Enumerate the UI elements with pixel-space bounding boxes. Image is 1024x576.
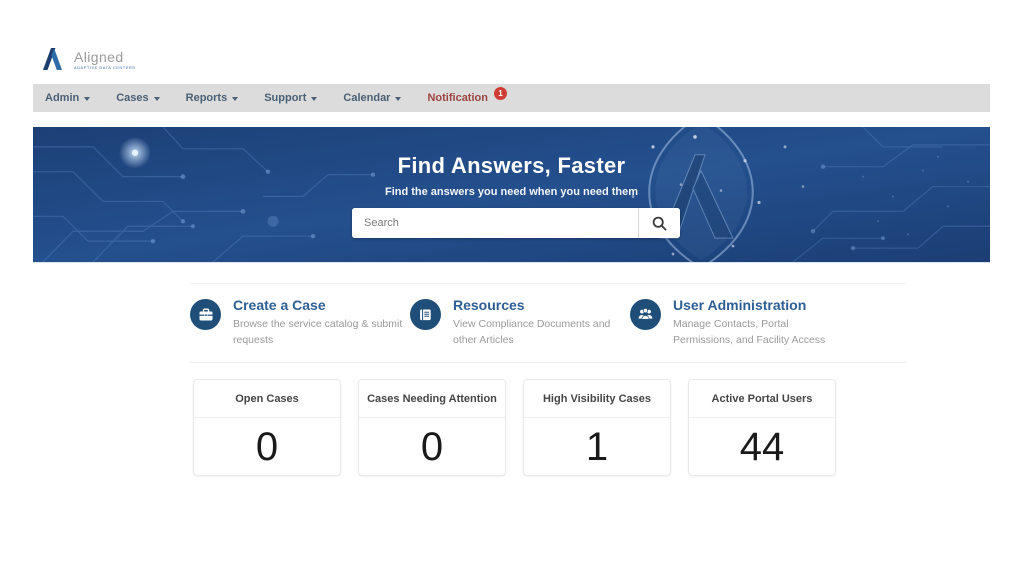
logo-text: Aligned ADAPTIVE DATA CENTERS [74,45,135,70]
chevron-down-icon [84,97,90,101]
hero-title: Find Answers, Faster [33,153,990,179]
users-icon [630,299,661,330]
quick-link-title: User Administration [673,297,843,314]
nav-label-reports: Reports [186,92,228,104]
quick-link-title: Resources [453,297,623,314]
book-icon [410,299,441,330]
hero-banner: Find Answers, Faster Find the answers yo… [33,127,990,263]
stat-value: 0 [359,418,505,476]
search-button[interactable] [638,208,680,238]
chevron-down-icon [232,97,238,101]
nav-label-notification: Notification [427,92,488,104]
magnifier-icon [652,216,667,231]
stat-value: 44 [689,418,835,476]
nav-item-support[interactable]: Support [264,92,317,104]
logo-tagline: ADAPTIVE DATA CENTERS [74,65,135,70]
chevron-down-icon [154,97,160,101]
stat-label: High Visibility Cases [524,380,670,418]
search-input[interactable] [352,208,638,238]
briefcase-icon [190,299,221,330]
quick-link-description: Browse the service catalog & submit requ… [233,317,403,349]
aligned-a-mark-icon [40,45,67,72]
stats-row: Open Cases 0 Cases Needing Attention 0 H… [193,379,836,476]
nav-item-cases[interactable]: Cases [116,92,159,104]
quick-link-description: Manage Contacts, Portal Permissions, and… [673,317,843,349]
quick-link-title: Create a Case [233,297,403,314]
notification-count-badge[interactable]: 1 [494,87,507,100]
nav-label-support: Support [264,92,306,104]
chevron-down-icon [311,97,317,101]
nav-item-calendar[interactable]: Calendar [343,92,401,104]
quick-link-description: View Compliance Documents and other Arti… [453,317,623,349]
search-bar [352,208,680,238]
nav-item-admin[interactable]: Admin [45,92,90,104]
chevron-down-icon [395,97,401,101]
nav-label-calendar: Calendar [343,92,390,104]
stat-value: 0 [194,418,340,476]
nav-label-cases: Cases [116,92,148,104]
quick-link-text: Resources View Compliance Documents and … [453,297,623,349]
portal-page: Aligned ADAPTIVE DATA CENTERS Admin Case… [0,0,1024,576]
stat-label: Active Portal Users [689,380,835,418]
nav-item-notification[interactable]: Notification 1 [427,92,507,105]
stat-label: Open Cases [194,380,340,418]
quick-link-text: User Administration Manage Contacts, Por… [673,297,843,349]
quick-link-user-administration[interactable]: User Administration Manage Contacts, Por… [630,297,850,362]
stat-label: Cases Needing Attention [359,380,505,418]
hero-subtitle: Find the answers you need when you need … [33,186,990,198]
aligned-logo[interactable]: Aligned ADAPTIVE DATA CENTERS [40,45,135,72]
quick-link-create-case[interactable]: Create a Case Browse the service catalog… [190,297,410,362]
quick-link-text: Create a Case Browse the service catalog… [233,297,403,349]
quick-link-resources[interactable]: Resources View Compliance Documents and … [410,297,630,362]
stat-card-high-visibility-cases[interactable]: High Visibility Cases 1 [523,379,671,476]
stat-card-open-cases[interactable]: Open Cases 0 [193,379,341,476]
stat-value: 1 [524,418,670,476]
logo-name: Aligned [74,51,135,63]
quick-links-section: Create a Case Browse the service catalog… [190,283,906,363]
main-navbar: Admin Cases Reports Support Calendar Not… [33,84,990,112]
stat-card-cases-needing-attention[interactable]: Cases Needing Attention 0 [358,379,506,476]
stat-card-active-portal-users[interactable]: Active Portal Users 44 [688,379,836,476]
nav-label-admin: Admin [45,92,79,104]
nav-item-reports[interactable]: Reports [186,92,239,104]
